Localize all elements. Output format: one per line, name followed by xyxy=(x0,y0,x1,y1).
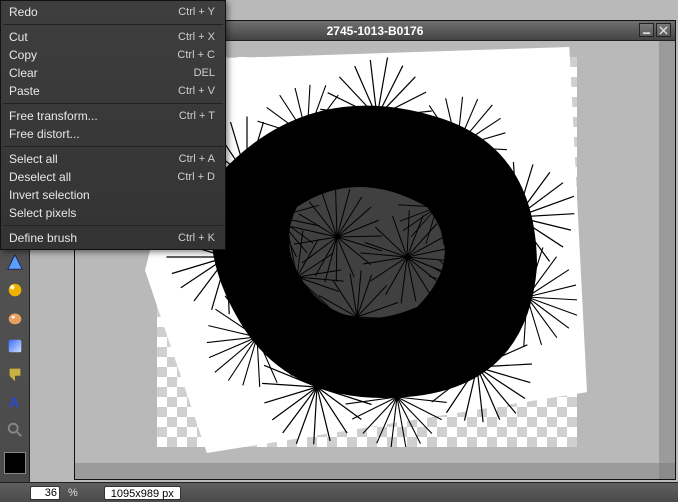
close-icon xyxy=(659,26,668,35)
menu-item-shortcut: Ctrl + K xyxy=(178,232,215,244)
menu-item-shortcut: Ctrl + V xyxy=(178,85,215,97)
scrollbar-corner xyxy=(659,463,675,479)
menu-item-label: Select pixels xyxy=(9,206,76,220)
dimensions-label: 1095x989 px xyxy=(104,486,181,500)
menu-item-label: Paste xyxy=(9,84,40,98)
zoom-icon xyxy=(6,421,24,439)
text-tool[interactable]: A xyxy=(3,390,27,414)
gradient-tool[interactable] xyxy=(3,334,27,358)
shape-tool[interactable] xyxy=(3,250,27,274)
minimize-button[interactable] xyxy=(639,23,654,37)
menu-item-label: Select all xyxy=(9,152,58,166)
paint-icon xyxy=(6,365,24,383)
triangle-icon xyxy=(6,253,24,271)
menu-item-shortcut: Ctrl + C xyxy=(177,49,215,61)
menu-paste[interactable]: Paste Ctrl + V xyxy=(1,82,225,100)
menu-item-shortcut: Ctrl + Y xyxy=(178,6,215,18)
statusbar: % 1095x989 px xyxy=(0,482,678,502)
gradient-icon xyxy=(6,337,24,355)
text-icon: A xyxy=(6,393,24,411)
zoom-percent-label: % xyxy=(68,487,78,499)
menu-item-label: Redo xyxy=(9,5,38,19)
menu-select-all[interactable]: Select all Ctrl + A xyxy=(1,150,225,168)
menu-item-shortcut: Ctrl + T xyxy=(179,110,215,122)
menu-item-label: Define brush xyxy=(9,231,77,245)
edit-menu[interactable]: Redo Ctrl + Y Cut Ctrl + X Copy Ctrl + C Clear… xyxy=(0,0,226,250)
menu-item-label: Clear xyxy=(9,66,38,80)
menu-item-shortcut: Ctrl + A xyxy=(179,153,215,165)
menu-free-transform[interactable]: Free transform... Ctrl + T xyxy=(1,107,225,125)
menu-separator xyxy=(3,225,223,226)
menu-cut[interactable]: Cut Ctrl + X xyxy=(1,28,225,46)
close-button[interactable] xyxy=(656,23,671,37)
menu-free-distort[interactable]: Free distort... xyxy=(1,125,225,143)
menu-item-label: Invert selection xyxy=(9,188,90,202)
menu-item-shortcut: Ctrl + X xyxy=(178,31,215,43)
menu-item-label: Copy xyxy=(9,48,37,62)
menu-select-pixels[interactable]: Select pixels xyxy=(1,204,225,222)
menu-invert-selection[interactable]: Invert selection xyxy=(1,186,225,204)
menu-copy[interactable]: Copy Ctrl + C xyxy=(1,46,225,64)
scrollbar-vertical[interactable] xyxy=(659,41,675,463)
minimize-icon xyxy=(642,26,651,35)
scrollbar-horizontal[interactable] xyxy=(75,463,659,479)
menu-deselect-all[interactable]: Deselect all Ctrl + D xyxy=(1,168,225,186)
sphere-tool[interactable] xyxy=(3,278,27,302)
menu-item-label: Deselect all xyxy=(9,170,71,184)
drop-icon xyxy=(6,309,24,327)
menu-item-shortcut: Ctrl + D xyxy=(177,171,215,183)
menu-item-label: Cut xyxy=(9,30,28,44)
color-swatch[interactable] xyxy=(4,452,26,474)
menu-separator xyxy=(3,103,223,104)
blur-tool[interactable] xyxy=(3,306,27,330)
paint-tool[interactable] xyxy=(3,362,27,386)
menu-item-label: Free distort... xyxy=(9,127,80,141)
menu-item-label: Free transform... xyxy=(9,109,98,123)
menu-redo[interactable]: Redo Ctrl + Y xyxy=(1,3,225,21)
svg-text:A: A xyxy=(8,395,19,411)
document-title: 2745-1013-B0176 xyxy=(327,24,424,38)
menu-separator xyxy=(3,146,223,147)
menu-define-brush[interactable]: Define brush Ctrl + K xyxy=(1,229,225,247)
zoom-input[interactable] xyxy=(30,486,60,500)
sphere-icon xyxy=(6,281,24,299)
menu-item-shortcut: DEL xyxy=(194,67,215,79)
menu-separator xyxy=(3,24,223,25)
zoom-tool[interactable] xyxy=(3,418,27,442)
menu-clear[interactable]: Clear DEL xyxy=(1,64,225,82)
